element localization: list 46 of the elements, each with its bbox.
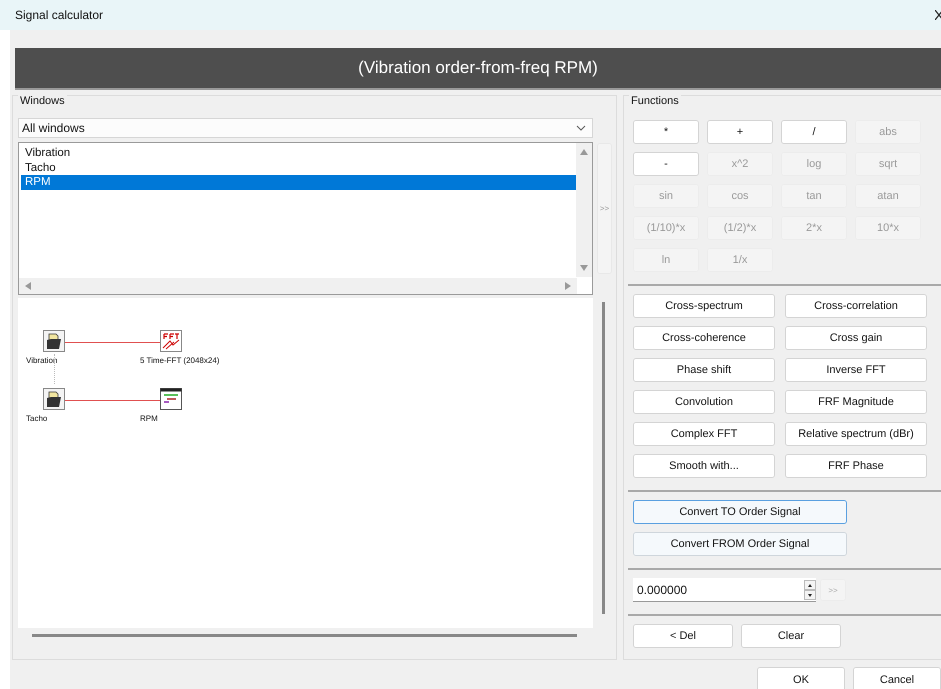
operator-button[interactable]: - (633, 152, 699, 176)
convert-button[interactable]: Convert FROM Order Signal (633, 532, 847, 556)
node-label: Tacho (26, 414, 48, 423)
chevron-down-icon (576, 125, 586, 131)
panel-legend: Functions (629, 95, 681, 107)
spin-up-icon[interactable] (804, 580, 816, 590)
node-label: RPM (140, 414, 158, 423)
panel-legend: Windows (18, 95, 67, 107)
function-button[interactable]: Relative spectrum (dBr) (785, 422, 927, 446)
folder-icon[interactable] (43, 388, 65, 410)
function-button[interactable]: FRF Magnitude (785, 390, 927, 414)
node-label: Vibration (26, 356, 58, 365)
expression-bar: (Vibration order-from-freq RPM) (15, 48, 941, 90)
close-icon[interactable] (935, 10, 941, 20)
function-button[interactable]: FRF Phase (785, 454, 927, 478)
operator-button[interactable]: + (707, 120, 773, 144)
windows-dropdown[interactable]: All windows (18, 118, 593, 138)
edit-button[interactable]: < Del (633, 624, 733, 648)
dialog-button[interactable]: OK (757, 667, 845, 689)
function-button[interactable]: Cross-coherence (633, 326, 775, 350)
list-item[interactable]: Vibration (21, 146, 576, 160)
edit-button[interactable]: Clear (741, 624, 841, 648)
number-field[interactable]: 0.000000 (633, 578, 816, 602)
scrollbar-thumb[interactable] (602, 302, 605, 614)
function-button[interactable]: Cross gain (785, 326, 927, 350)
function-button[interactable]: Convolution (633, 390, 775, 414)
spin-down-icon[interactable] (804, 590, 816, 600)
dialog-button[interactable]: Cancel (853, 667, 941, 689)
node-label: 5 Time-FFT (2048x24) (140, 356, 220, 365)
function-button[interactable]: Phase shift (633, 358, 775, 382)
function-button[interactable]: Inverse FFT (785, 358, 927, 382)
list-item[interactable]: RPM (21, 175, 576, 190)
function-button[interactable]: Smooth with... (633, 454, 775, 478)
window-title: Signal calculator (15, 8, 104, 22)
function-button[interactable]: Cross-correlation (785, 294, 927, 318)
operator-button[interactable]: / (781, 120, 847, 144)
convert-button[interactable]: Convert TO Order Signal (633, 500, 847, 524)
folder-icon[interactable] (43, 330, 65, 352)
windows-list[interactable]: Vibration Tacho RPM (18, 142, 593, 295)
scrollbar-thumb[interactable] (32, 634, 577, 637)
function-button[interactable]: Complex FFT (633, 422, 775, 446)
spectrum-icon[interactable] (160, 330, 182, 352)
list-item[interactable]: Tacho (21, 160, 576, 175)
function-button[interactable]: Cross-spectrum (633, 294, 775, 318)
operator-button[interactable]: * (633, 120, 699, 144)
chart-window-icon[interactable] (160, 388, 182, 410)
